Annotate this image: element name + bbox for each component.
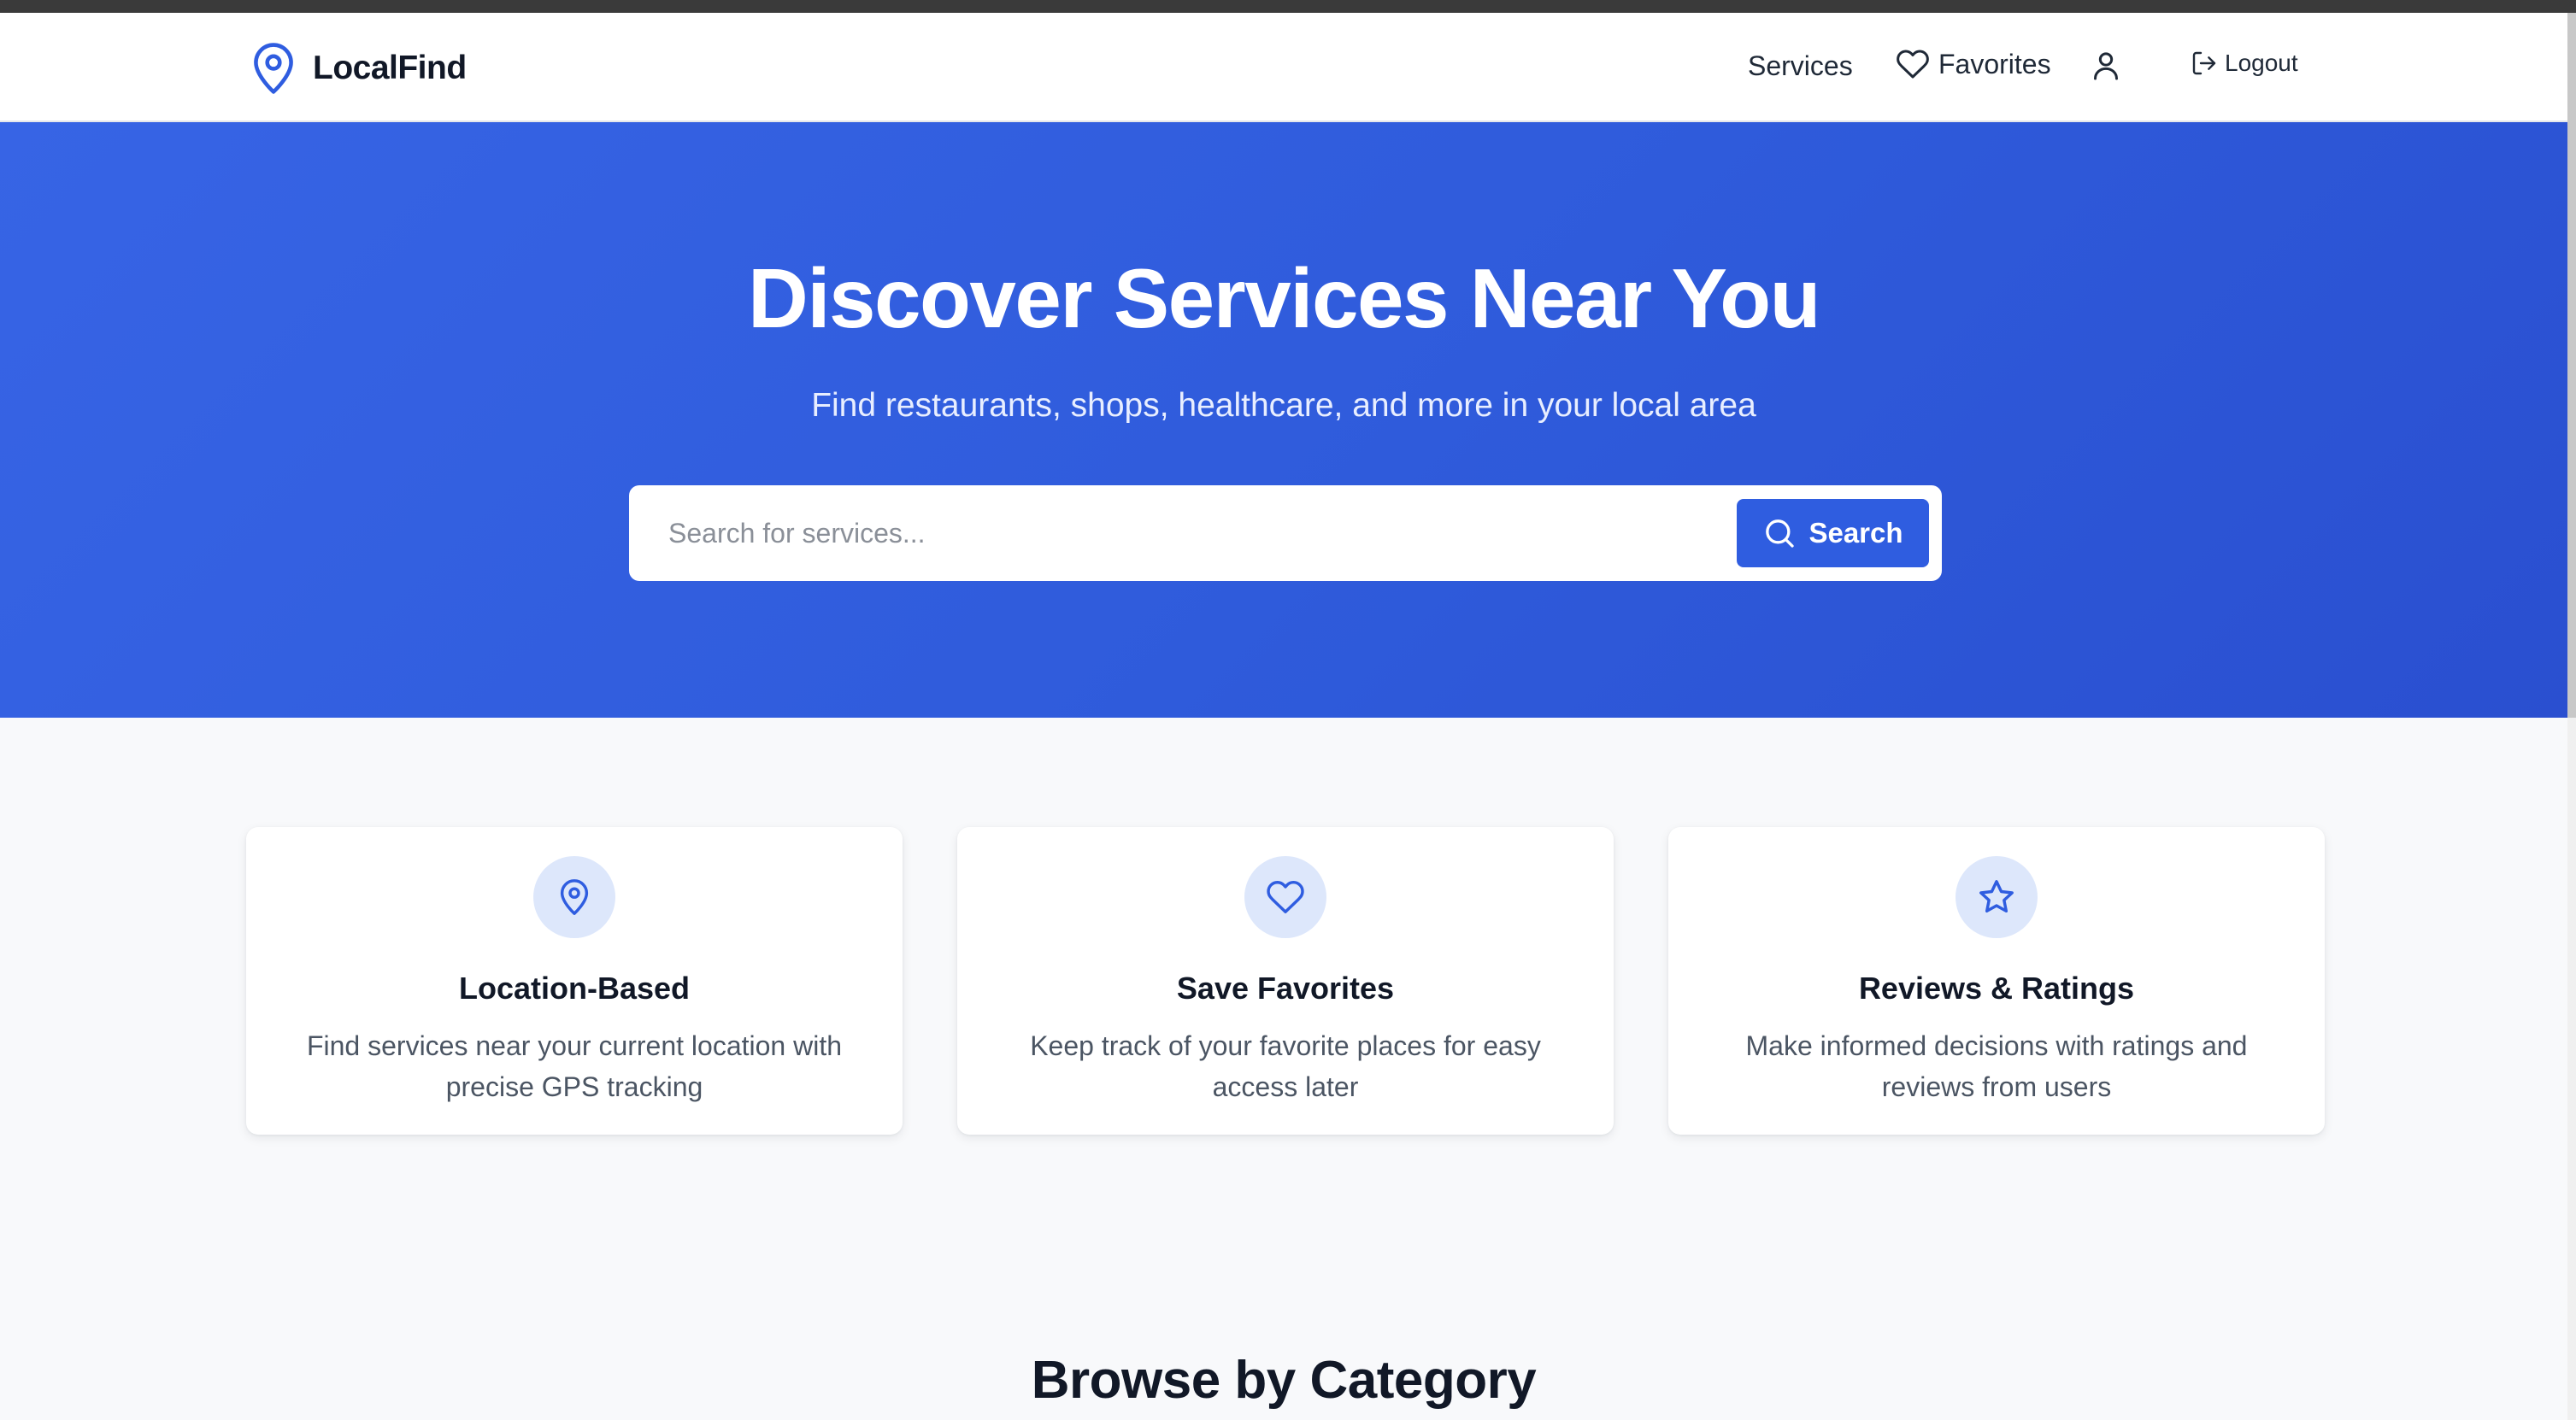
feature-icon-circle — [533, 856, 615, 938]
brand-logo[interactable]: LocalFind — [250, 41, 467, 96]
search-button-label: Search — [1808, 517, 1903, 549]
nav-services-link[interactable]: Services — [1748, 50, 1853, 82]
map-pin-icon — [560, 879, 589, 915]
heart-icon — [1267, 881, 1304, 913]
search-button[interactable]: Search — [1737, 499, 1929, 567]
logout-button[interactable]: Logout — [2191, 49, 2298, 78]
search-bar: Search — [629, 485, 1942, 581]
hero-subtitle: Find restaurants, shops, healthcare, and… — [811, 387, 1756, 424]
feature-card-location: Location-Based Find services near your c… — [246, 827, 903, 1135]
feature-title: Save Favorites — [1176, 971, 1395, 1006]
heart-icon — [1897, 50, 1929, 79]
map-pin-icon — [254, 43, 293, 94]
feature-icon-circle — [1244, 856, 1326, 938]
browse-category-heading: Browse by Category — [1031, 1351, 1537, 1410]
feature-title: Location-Based — [458, 971, 691, 1006]
feature-card-reviews: Reviews & Ratings Make informed decision… — [1668, 827, 2325, 1135]
logout-label: Logout — [2225, 50, 2298, 76]
feature-title: Reviews & Ratings — [1858, 971, 2135, 1006]
hero-title: Discover Services Near You — [748, 251, 1820, 345]
feature-card-favorites: Save Favorites Keep track of your favori… — [957, 827, 1614, 1135]
search-icon — [1766, 519, 1795, 548]
hero-section: Discover Services Near You Find restaura… — [0, 122, 2567, 718]
feature-description: Find services near your current location… — [306, 1030, 843, 1102]
logout-icon — [2192, 51, 2216, 75]
feature-description: Make informed decisions with ratings and… — [1745, 1030, 2248, 1102]
scrollbar-thumb[interactable] — [2567, 13, 2576, 718]
feature-icon-circle — [1956, 856, 2038, 938]
window-top-strip — [0, 0, 2576, 13]
star-icon — [1979, 880, 2014, 913]
search-input[interactable] — [668, 508, 1651, 559]
nav-favorites-label: Favorites — [1938, 48, 2051, 79]
brand-name: LocalFind — [313, 50, 467, 86]
nav-favorites-link[interactable]: Favorites — [1896, 47, 2051, 81]
user-icon[interactable] — [2089, 48, 2123, 84]
navbar: LocalFind Services Favorites Logout — [0, 13, 2567, 122]
feature-description: Keep track of your favorite places for e… — [1030, 1030, 1541, 1102]
